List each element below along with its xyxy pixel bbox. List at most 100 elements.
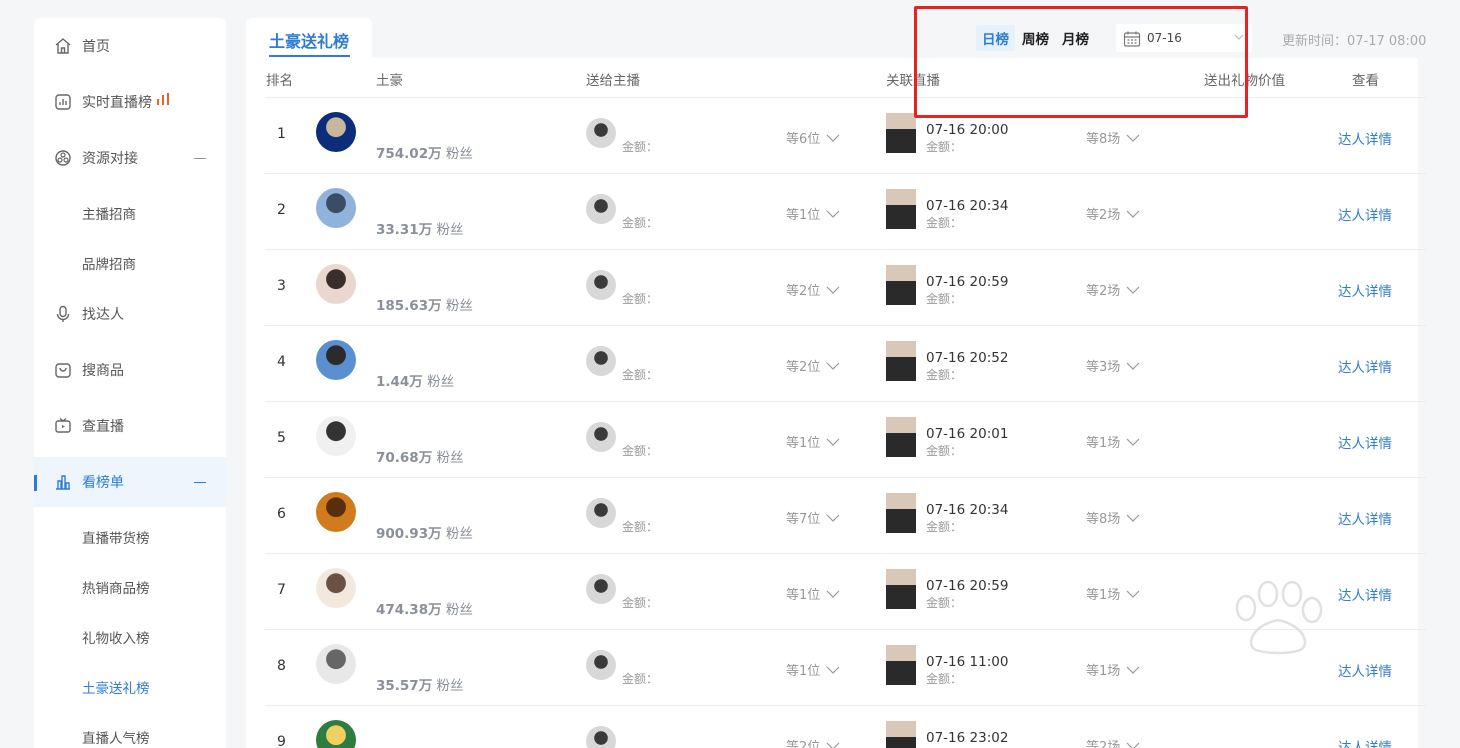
talent-detail-link[interactable]: 达人详情 bbox=[1338, 356, 1392, 376]
talent-detail-link[interactable]: 达人详情 bbox=[1338, 508, 1392, 528]
sidebar-item-hot-goods-rank[interactable]: 热销商品榜 bbox=[34, 567, 226, 607]
anchors-expand-button[interactable]: 等2位 bbox=[786, 736, 840, 748]
fans-count: 900.93万 粉丝 bbox=[376, 526, 473, 542]
sidebar-item-rankings[interactable]: 看榜单 bbox=[34, 457, 226, 507]
avatar[interactable] bbox=[316, 416, 356, 456]
sidebar-item-find-talent[interactable]: 找达人 bbox=[34, 289, 226, 339]
live-thumbnail[interactable] bbox=[886, 341, 916, 381]
avatar[interactable] bbox=[316, 112, 356, 152]
lives-expand-button[interactable]: 等8场 bbox=[1086, 128, 1140, 147]
live-thumbnail[interactable] bbox=[886, 721, 916, 748]
sidebar-item-realtime-live[interactable]: 实时直播榜 bbox=[34, 77, 226, 127]
sidebar-item-check-live[interactable]: 查直播 bbox=[34, 401, 226, 451]
avatar[interactable] bbox=[316, 644, 356, 684]
table-row: 6 900.93万 粉丝 金额： 等7位 07-16 20:34 金额： 等8场… bbox=[265, 478, 1426, 554]
sidebar-item-gift-income-rank[interactable]: 礼物收入榜 bbox=[34, 617, 226, 657]
fans-count: 35.57万 粉丝 bbox=[376, 678, 464, 694]
table-row: 5 70.68万 粉丝 金额： 等1位 07-16 20:01 金额： 等1场 … bbox=[265, 402, 1426, 478]
anchor-avatar[interactable] bbox=[586, 270, 616, 300]
anchors-expand-button[interactable]: 等1位 bbox=[786, 204, 840, 223]
sidebar-item-live-sales-rank[interactable]: 直播带货榜 bbox=[34, 517, 226, 557]
anchors-expand-button[interactable]: 等1位 bbox=[786, 660, 840, 679]
table-row: 4 1.44万 粉丝 金额： 等2位 07-16 20:52 金额： 等3场 达… bbox=[265, 326, 1426, 402]
live-time: 07-16 11:00 bbox=[926, 654, 1009, 670]
sidebar-item-label: 找达人 bbox=[82, 307, 124, 323]
anchor-avatar[interactable] bbox=[586, 422, 616, 452]
talent-detail-link[interactable]: 达人详情 bbox=[1338, 432, 1392, 452]
lives-expand-button[interactable]: 等8场 bbox=[1086, 508, 1140, 527]
live-thumbnail[interactable] bbox=[886, 189, 916, 229]
amount-label: 金额： bbox=[622, 520, 659, 534]
amount-label: 金额： bbox=[926, 596, 963, 610]
live-thumbnail[interactable] bbox=[886, 265, 916, 305]
sidebar-item-resources[interactable]: 资源对接 bbox=[34, 133, 226, 183]
live-thumbnail[interactable] bbox=[886, 417, 916, 457]
amount-label: 金额： bbox=[926, 520, 963, 534]
table-row: 3 185.63万 粉丝 金额： 等2位 07-16 20:59 金额： 等2场… bbox=[265, 250, 1426, 326]
fans-count: 754.02万 粉丝 bbox=[376, 146, 473, 162]
sidebar-item-search-goods[interactable]: 搜商品 bbox=[34, 345, 226, 395]
anchors-expand-button[interactable]: 等6位 bbox=[786, 128, 840, 147]
tv-icon bbox=[54, 417, 72, 435]
sidebar-item-anchor-invite[interactable]: 主播招商 bbox=[34, 193, 226, 233]
amount-label: 金额： bbox=[926, 216, 963, 230]
anchors-expand-button[interactable]: 等1位 bbox=[786, 432, 840, 451]
sidebar-item-big-spender-rank[interactable]: 土豪送礼榜 bbox=[34, 667, 226, 707]
lives-expand-button[interactable]: 等2场 bbox=[1086, 204, 1140, 223]
chevron-down-icon bbox=[1126, 362, 1140, 370]
avatar[interactable] bbox=[316, 264, 356, 304]
sidebar-item-label: 礼物收入榜 bbox=[82, 631, 150, 647]
live-time: 07-16 20:01 bbox=[926, 426, 1009, 442]
collapse-icon[interactable] bbox=[194, 157, 206, 159]
anchor-avatar[interactable] bbox=[586, 194, 616, 224]
amount-label: 金额： bbox=[926, 672, 963, 686]
chevron-down-icon bbox=[826, 666, 840, 674]
amount-label: 金额： bbox=[622, 140, 659, 154]
anchors-expand-button[interactable]: 等2位 bbox=[786, 356, 840, 375]
anchor-avatar[interactable] bbox=[586, 574, 616, 604]
rank-number: 7 bbox=[277, 582, 286, 598]
lives-expand-button[interactable]: 等2场 bbox=[1086, 280, 1140, 299]
avatar[interactable] bbox=[316, 188, 356, 228]
avatar[interactable] bbox=[316, 720, 356, 748]
live-thumbnail[interactable] bbox=[886, 569, 916, 609]
anchors-expand-button[interactable]: 等2位 bbox=[786, 280, 840, 299]
anchor-avatar[interactable] bbox=[586, 346, 616, 376]
anchors-expand-button[interactable]: 等7位 bbox=[786, 508, 840, 527]
lives-expand-button[interactable]: 等3场 bbox=[1086, 356, 1140, 375]
tab-big-spender[interactable]: 土豪送礼榜 bbox=[246, 18, 372, 60]
chevron-down-icon bbox=[826, 210, 840, 218]
amount-label: 金额： bbox=[622, 444, 659, 458]
anchor-avatar[interactable] bbox=[586, 650, 616, 680]
anchors-expand-button[interactable]: 等1位 bbox=[786, 584, 840, 603]
chevron-down-icon bbox=[826, 286, 840, 294]
fans-count: 1.44万 粉丝 bbox=[376, 374, 455, 390]
talent-detail-link[interactable]: 达人详情 bbox=[1338, 280, 1392, 300]
sidebar-item-home[interactable]: 首页 bbox=[34, 21, 226, 71]
live-thumbnail[interactable] bbox=[886, 645, 916, 685]
live-time: 07-16 20:34 bbox=[926, 198, 1009, 214]
fans-count: 474.38万 粉丝 bbox=[376, 602, 473, 618]
rank-number: 2 bbox=[277, 202, 286, 218]
collapse-icon[interactable] bbox=[194, 481, 206, 483]
anchor-avatar[interactable] bbox=[586, 726, 616, 748]
avatar[interactable] bbox=[316, 340, 356, 380]
amount-label: 金额： bbox=[622, 596, 659, 610]
talent-detail-link[interactable]: 达人详情 bbox=[1338, 736, 1392, 748]
chevron-down-icon bbox=[826, 514, 840, 522]
sidebar-item-brand-invite[interactable]: 品牌招商 bbox=[34, 243, 226, 283]
avatar[interactable] bbox=[316, 568, 356, 608]
anchor-avatar[interactable] bbox=[586, 498, 616, 528]
sidebar-item-live-popularity-rank[interactable]: 直播人气榜 bbox=[34, 717, 226, 748]
avatar[interactable] bbox=[316, 492, 356, 532]
live-thumbnail[interactable] bbox=[886, 113, 916, 153]
column-header-rank: 排名 bbox=[266, 73, 293, 89]
talent-detail-link[interactable]: 达人详情 bbox=[1338, 128, 1392, 148]
rank-number: 4 bbox=[277, 354, 286, 370]
talent-detail-link[interactable]: 达人详情 bbox=[1338, 204, 1392, 224]
anchor-avatar[interactable] bbox=[586, 118, 616, 148]
lives-expand-button[interactable]: 等2场 bbox=[1086, 736, 1140, 748]
lives-expand-button[interactable]: 等1场 bbox=[1086, 432, 1140, 451]
live-thumbnail[interactable] bbox=[886, 493, 916, 533]
column-header-view: 查看 bbox=[1352, 73, 1379, 89]
